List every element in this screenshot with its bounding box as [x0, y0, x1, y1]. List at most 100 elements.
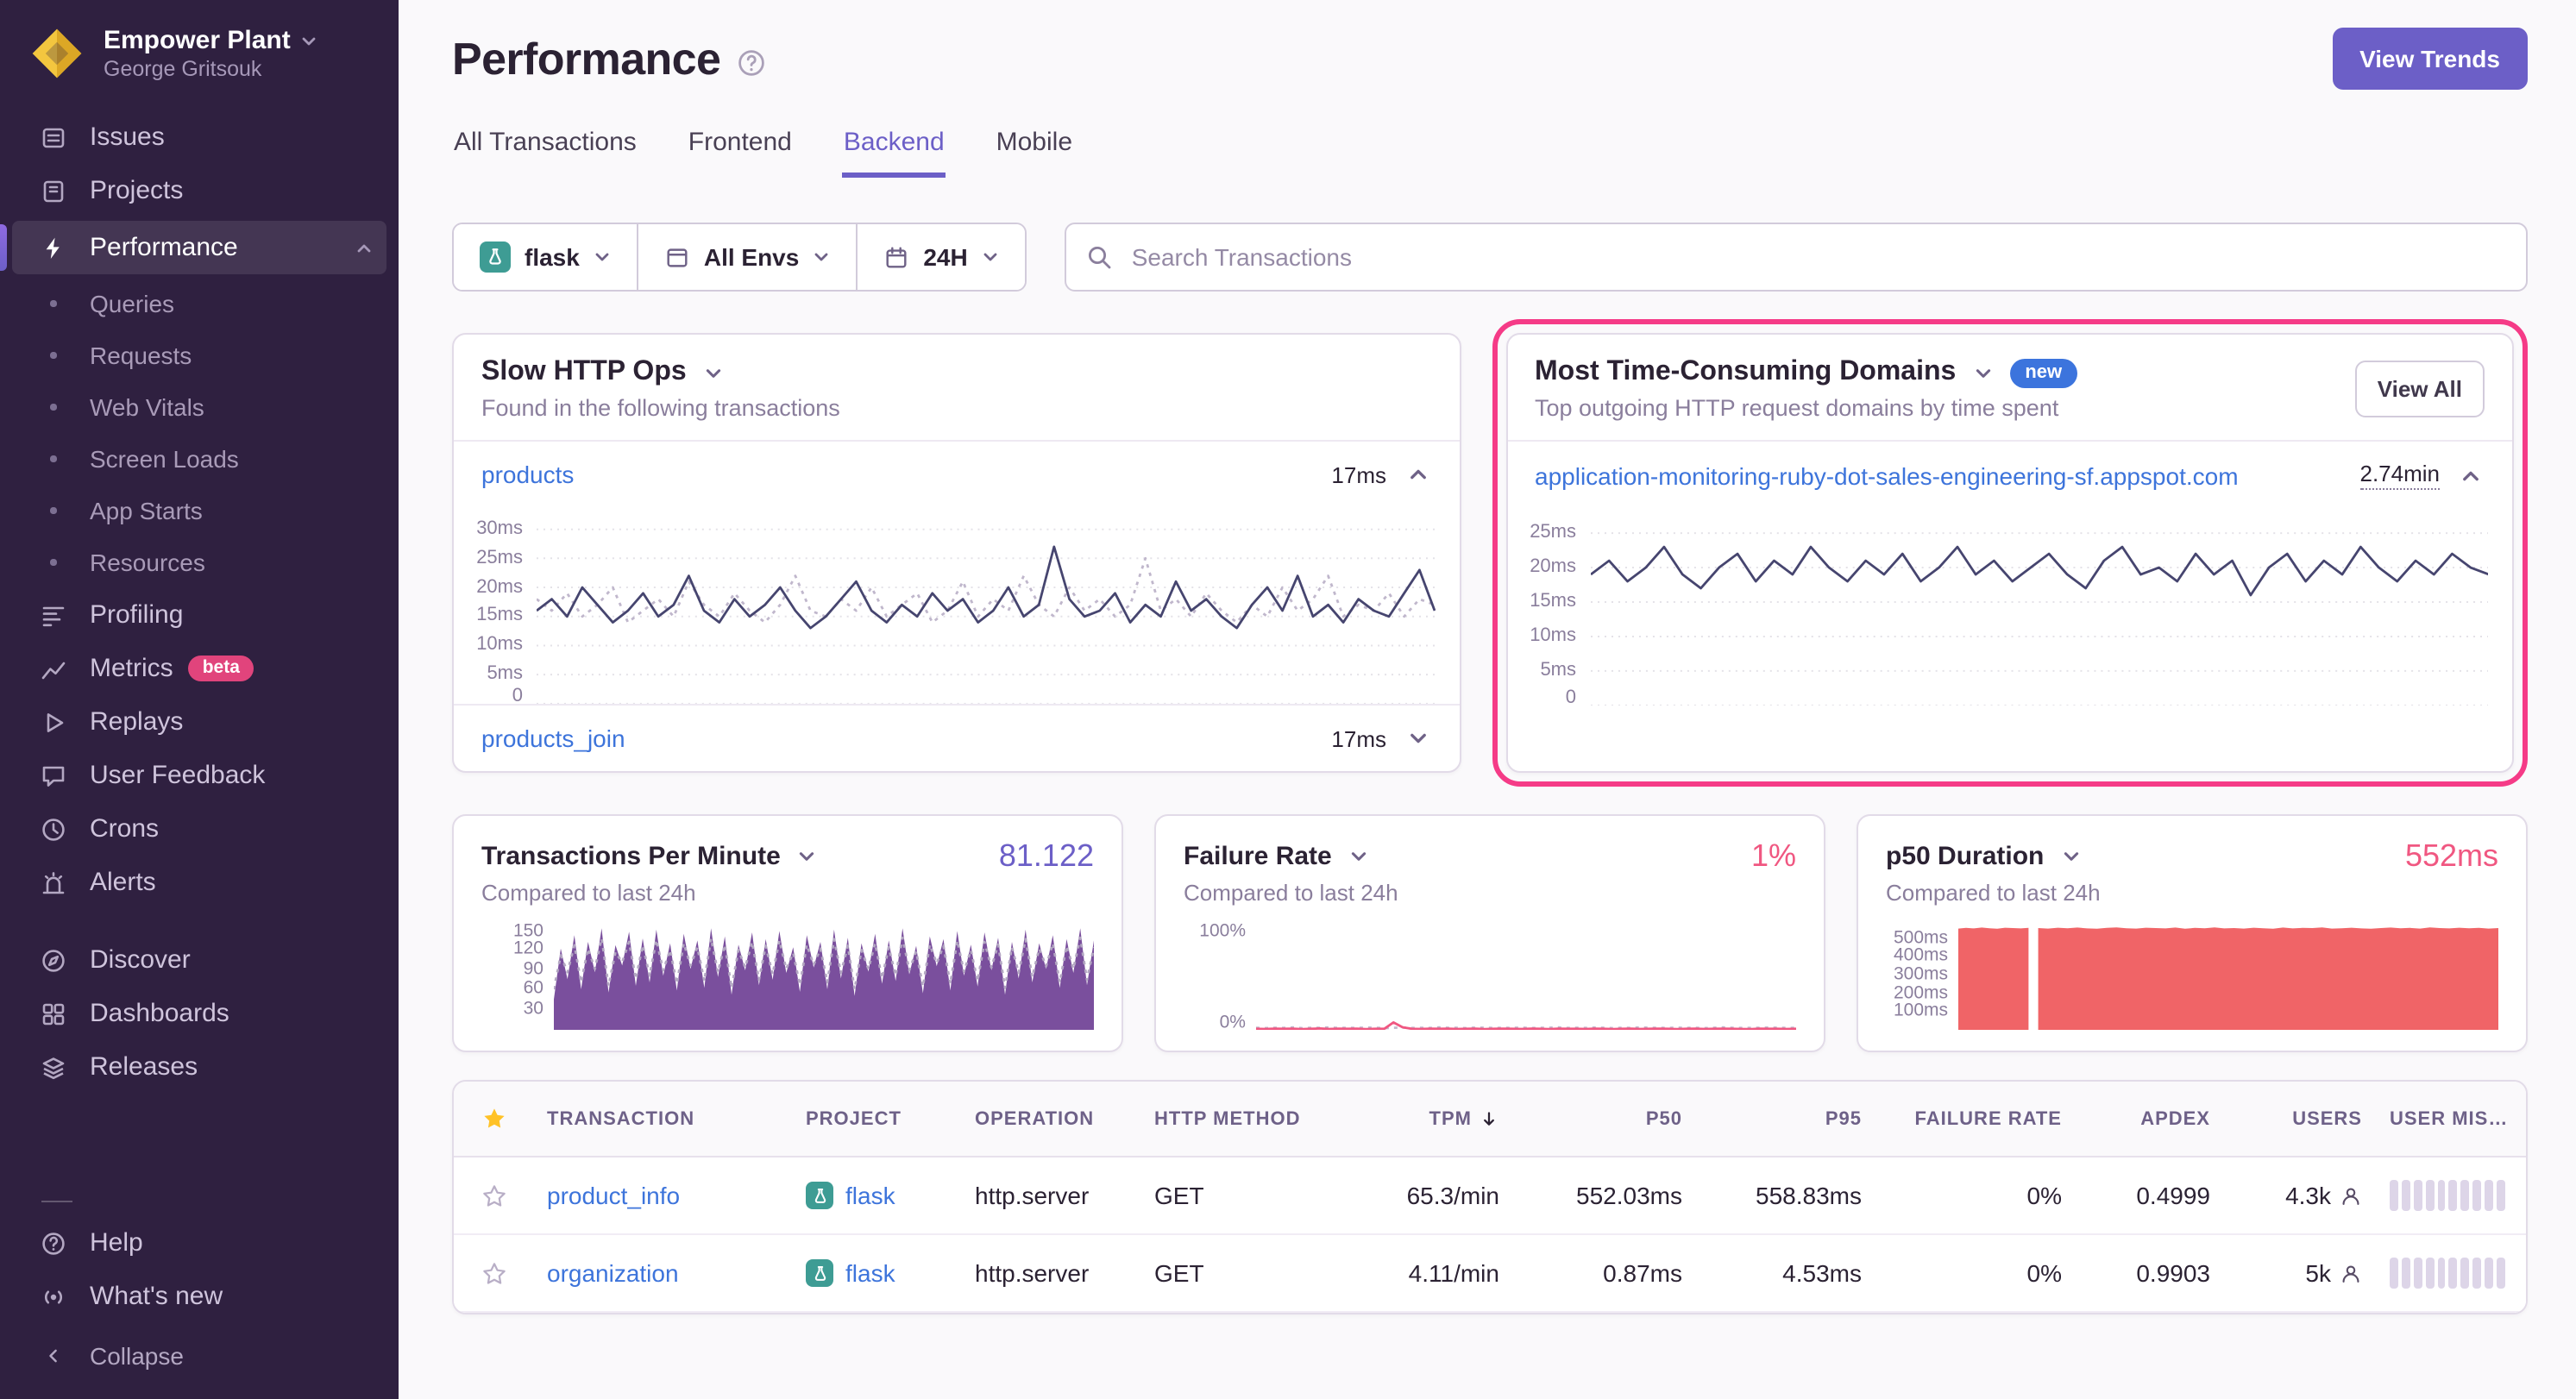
collapse-toggle-button[interactable] — [2457, 461, 2485, 489]
view-all-button[interactable]: View All — [2355, 361, 2485, 417]
chevron-down-icon[interactable] — [1346, 844, 1372, 869]
domains-widget-highlight-ring: Most Time-Consuming Domains new Top outg… — [1492, 319, 2528, 787]
sidebar-item-alerts[interactable]: Alerts — [0, 856, 399, 909]
duration-value: 17ms — [1331, 725, 1386, 751]
sidebar-item-profiling[interactable]: Profiling — [0, 588, 399, 642]
org-switcher[interactable]: Empower Plant George Gritsouk — [0, 0, 399, 100]
p50-cell: 0.87ms — [1513, 1259, 1696, 1287]
sidebar-item-label: Alerts — [90, 868, 156, 897]
column-header-transaction[interactable]: TRANSACTION — [533, 1108, 792, 1129]
bullet-icon — [38, 456, 69, 462]
search-wrapper — [1065, 223, 2528, 292]
sidebar-item-label: Resources — [90, 549, 205, 576]
transaction-link[interactable]: product_info — [547, 1182, 680, 1209]
transaction-link-products-join[interactable]: products_join — [481, 725, 625, 752]
project-link[interactable]: flask — [845, 1182, 895, 1209]
table-row-organization: organization flask http.server GET 4.11/… — [454, 1235, 2526, 1313]
help-icon[interactable] — [736, 48, 765, 78]
column-header-users[interactable]: USERS — [2224, 1108, 2376, 1129]
column-header-http-method[interactable]: HTTP METHOD — [1140, 1108, 1334, 1129]
sidebar-item-label: Replays — [90, 707, 183, 737]
flask-project-icon — [806, 1259, 833, 1287]
sidebar-item-requests[interactable]: Requests — [0, 329, 399, 381]
sidebar-collapse-button[interactable]: Collapse — [0, 1323, 399, 1389]
star-icon — [481, 1106, 506, 1132]
search-transactions-input[interactable] — [1065, 223, 2528, 292]
widget-row: Slow HTTP Ops Found in the following tra… — [452, 319, 2528, 787]
sidebar-item-queries[interactable]: Queries — [0, 278, 399, 329]
chevron-down-icon[interactable] — [2058, 844, 2083, 869]
sidebar-item-discover[interactable]: Discover — [0, 933, 399, 987]
sidebar-item-whats-new[interactable]: What's new — [0, 1270, 399, 1323]
environment-filter[interactable]: All Envs — [638, 224, 858, 290]
expand-toggle-button[interactable] — [1404, 725, 1431, 752]
duration-value: 17ms — [1331, 461, 1386, 487]
sidebar-item-help[interactable]: Help — [0, 1216, 399, 1270]
widget-subtitle: Top outgoing HTTP request domains by tim… — [1535, 395, 2077, 421]
apdex-cell: 0.4999 — [2076, 1182, 2224, 1209]
view-trends-button[interactable]: View Trends — [2332, 28, 2528, 90]
star-column-header[interactable] — [454, 1106, 533, 1132]
column-header-tpm[interactable]: TPM — [1334, 1108, 1513, 1129]
project-filter-label: flask — [525, 243, 580, 271]
project-link[interactable]: flask — [845, 1259, 895, 1287]
star-outline-icon — [481, 1260, 506, 1286]
user-name: George Gritsouk — [104, 57, 318, 81]
column-header-operation[interactable]: OPERATION — [961, 1108, 1140, 1129]
transaction-link-products[interactable]: products — [481, 461, 574, 488]
user-icon — [2340, 1262, 2362, 1284]
chevron-down-icon[interactable] — [795, 844, 820, 869]
sidebar-item-app-starts[interactable]: App Starts — [0, 485, 399, 536]
metric-value: 1% — [1751, 838, 1796, 875]
projects-icon — [38, 177, 69, 204]
column-header-project[interactable]: PROJECT — [792, 1108, 961, 1129]
sidebar-item-label: Screen Loads — [90, 445, 239, 473]
tab-mobile[interactable]: Mobile — [995, 128, 1074, 178]
page-header: Performance View Trends — [452, 28, 2528, 90]
tab-backend[interactable]: Backend — [842, 128, 946, 178]
users-cell: 5k — [2224, 1259, 2376, 1287]
users-cell: 4.3k — [2224, 1182, 2376, 1209]
sidebar-item-user-feedback[interactable]: User Feedback — [0, 749, 399, 802]
domain-link[interactable]: application-monitoring-ruby-dot-sales-en… — [1535, 461, 2239, 489]
sidebar-item-resources[interactable]: Resources — [0, 536, 399, 588]
sidebar-item-label: Crons — [90, 814, 159, 844]
sidebar-item-web-vitals[interactable]: Web Vitals — [0, 381, 399, 433]
project-filter[interactable]: flask — [454, 224, 638, 290]
user-icon — [2340, 1184, 2362, 1207]
column-header-p50[interactable]: P50 — [1513, 1108, 1696, 1129]
sidebar-item-screen-loads[interactable]: Screen Loads — [0, 433, 399, 485]
column-header-p95[interactable]: P95 — [1696, 1108, 1875, 1129]
sidebar-item-dashboards[interactable]: Dashboards — [0, 987, 399, 1040]
tab-all-transactions[interactable]: All Transactions — [452, 128, 638, 178]
chevron-down-icon[interactable] — [701, 360, 726, 386]
column-header-failure-rate[interactable]: FAILURE RATE — [1875, 1108, 2076, 1129]
sidebar-item-replays[interactable]: Replays — [0, 695, 399, 749]
sidebar-item-label: Projects — [90, 176, 183, 205]
metric-subtitle: Compared to last 24h — [1184, 880, 1796, 906]
sidebar-item-label: Discover — [90, 945, 191, 975]
transaction-link[interactable]: organization — [547, 1259, 679, 1287]
releases-icon — [38, 1053, 69, 1081]
collapse-toggle-button[interactable] — [1404, 461, 1431, 488]
p50-cell: 552.03ms — [1513, 1182, 1696, 1209]
star-toggle-button[interactable] — [481, 1183, 506, 1208]
sidebar-item-releases[interactable]: Releases — [0, 1040, 399, 1094]
date-range-filter[interactable]: 24H — [858, 224, 1024, 290]
sidebar-item-projects[interactable]: Projects — [0, 164, 399, 217]
sidebar-item-issues[interactable]: Issues — [0, 110, 399, 164]
sidebar-item-crons[interactable]: Crons — [0, 802, 399, 856]
widget-subtitle: Found in the following transactions — [481, 395, 840, 421]
tab-frontend[interactable]: Frontend — [687, 128, 794, 178]
sidebar-item-performance[interactable]: Performance — [12, 221, 386, 274]
tab-bar: All Transactions Frontend Backend Mobile — [452, 128, 2528, 178]
org-logo — [28, 24, 86, 83]
chevron-down-icon — [301, 32, 318, 49]
alerts-icon — [38, 869, 69, 896]
sidebar-item-label: Help — [90, 1228, 143, 1258]
chevron-down-icon[interactable] — [1970, 360, 1995, 386]
column-header-apdex[interactable]: APDEX — [2076, 1108, 2224, 1129]
star-toggle-button[interactable] — [481, 1260, 506, 1286]
sidebar-item-metrics[interactable]: Metrics beta — [0, 642, 399, 695]
column-header-user-misery[interactable]: USER MISERY — [2376, 1108, 2526, 1129]
